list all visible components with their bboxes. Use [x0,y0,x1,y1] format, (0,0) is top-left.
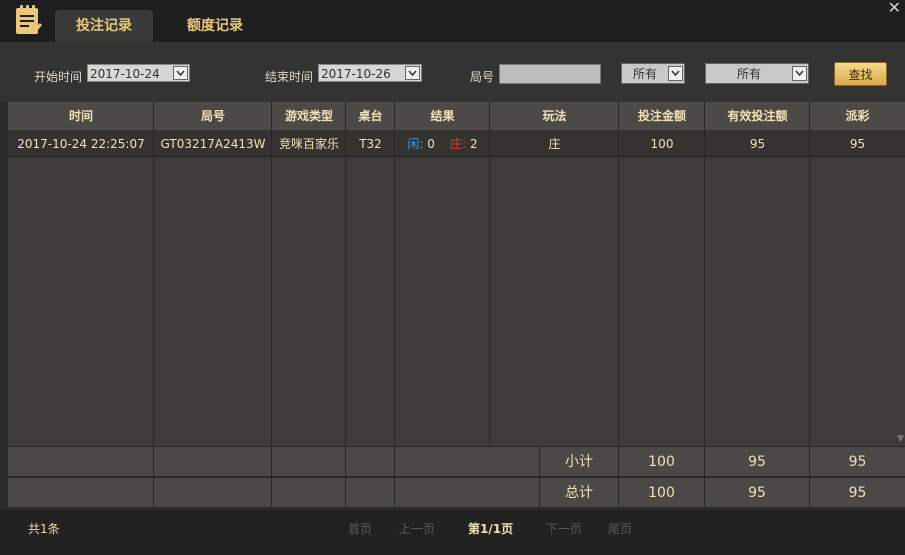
banker-score: 2 [470,137,478,151]
column-round: 局号 GT03217A2413W [154,102,272,446]
first-page-link[interactable]: 首页 [348,520,372,537]
filter-bar: 开始时间 2017-10-24 结束时间 2017-10-26 局号 所有 所有… [0,42,905,102]
header-play: 玩法 [542,109,567,123]
banker-label: 庄: [450,137,467,151]
cell-valid-bet: 95 [749,137,766,151]
table-select-value: 所有 [736,67,761,81]
column-play: 玩法 庄 [490,102,619,446]
header-bet: 投注金额 [637,109,686,123]
column-result: 结果 闲: 0 庄: 2 [395,102,490,446]
header-game-type: 游戏类型 [284,109,333,123]
cell-round: GT03217A2413W [160,137,266,151]
total-valid: 95 [705,478,810,508]
cell-payout: 95 [849,137,866,151]
game-type-value: 所有 [632,67,657,81]
header-result: 结果 [430,109,455,123]
cell-time: 2017-10-24 22:25:07 [17,137,145,151]
end-time-label: 结束时间 [265,70,314,84]
column-bet: 投注金额 100 [619,102,705,446]
subtotal-bet: 100 [619,447,705,477]
records-table: 时间 2017-10-24 22:25:07 局号 GT03217A2413W … [8,102,905,446]
search-button[interactable]: 查找 [834,62,887,86]
scroll-down-icon[interactable]: ▼ [897,434,904,444]
header-valid-bet: 有效投注额 [727,109,788,123]
cell-game-type: 竞咪百家乐 [278,137,339,151]
pagination: 共1条 首页 上一页 第1/1页 下一页 尾页 [0,510,905,555]
game-type-select[interactable]: 所有 [621,63,685,84]
notepad-icon [14,4,44,36]
cell-result: 闲: 0 庄: 2 [395,132,490,156]
chevron-down-icon[interactable] [405,66,420,80]
chevron-down-icon[interactable] [173,66,188,80]
end-date-value: 2017-10-26 [321,67,391,81]
player-score: 0 [427,137,435,151]
round-label: 局号 [470,70,495,84]
cell-play: 庄 [548,137,561,151]
chevron-down-icon[interactable] [792,66,807,81]
total-label: 总计 [540,478,619,508]
player-label: 闲: [407,137,424,151]
current-page: 第1/1页 [468,522,514,536]
subtotal-valid: 95 [705,447,810,477]
table-select[interactable]: 所有 [705,63,809,84]
last-page-link[interactable]: 尾页 [608,520,632,537]
total-row: 总计 100 95 95 [8,477,905,508]
column-game-type: 游戏类型 竞咪百家乐 [272,102,346,446]
cell-table: T32 [359,137,382,151]
subtotal-row: 小计 100 95 95 [8,446,905,477]
cell-bet: 100 [650,137,674,151]
next-page-link[interactable]: 下一页 [546,520,582,537]
header-round: 局号 [200,109,225,123]
record-count: 共1条 [28,522,60,536]
header-payout: 派彩 [845,109,870,123]
start-time-label: 开始时间 [34,70,83,84]
column-time: 时间 2017-10-24 22:25:07 [8,102,154,446]
column-valid-bet: 有效投注额 95 [705,102,810,446]
header-time: 时间 [68,109,93,123]
chevron-down-icon[interactable] [668,66,683,81]
title-bar: 投注记录 额度记录 ✕ [0,0,905,42]
header-table: 桌台 [358,109,383,123]
start-date-value: 2017-10-24 [90,67,160,81]
prev-page-link[interactable]: 上一页 [399,520,435,537]
start-date-picker[interactable]: 2017-10-24 [87,64,190,82]
column-payout: 派彩 95 [810,102,905,446]
tab-bet-records[interactable]: 投注记录 [55,10,153,42]
column-table: 桌台 T32 [346,102,395,446]
total-bet: 100 [619,478,705,508]
close-icon[interactable]: ✕ [888,0,901,17]
window: 投注记录 额度记录 ✕ 开始时间 2017-10-24 结束时间 2017-10… [0,0,905,555]
subtotal-label: 小计 [540,447,619,477]
round-input[interactable] [499,64,601,84]
tab-credit-records[interactable]: 额度记录 [166,10,264,42]
total-payout: 95 [848,485,867,501]
subtotal-payout: 95 [848,454,867,470]
end-date-picker[interactable]: 2017-10-26 [318,64,422,82]
